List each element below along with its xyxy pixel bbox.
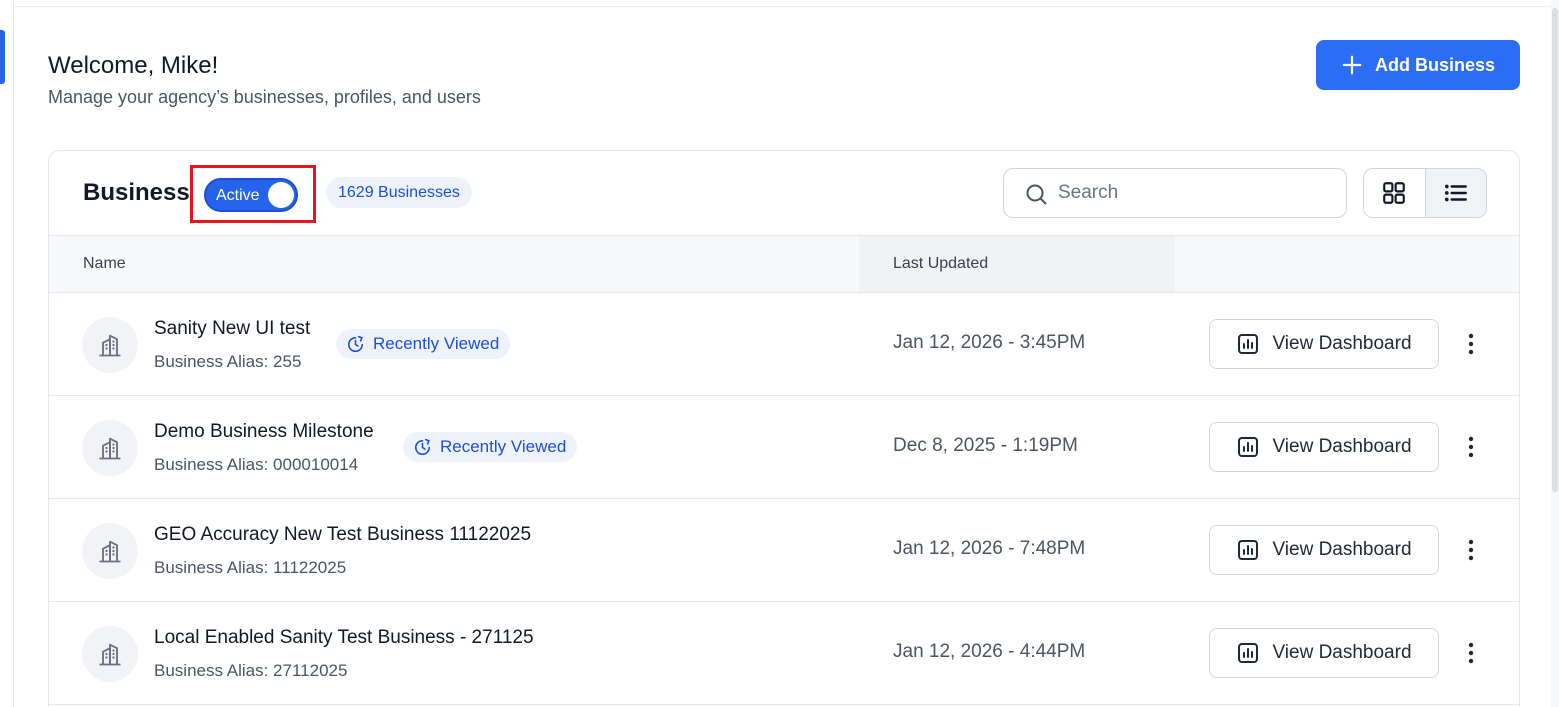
building-icon (99, 334, 121, 357)
business-name[interactable]: Demo Business Milestone (154, 421, 374, 443)
last-updated-date: Jan 12, 2026 - 3:45PM (893, 332, 1086, 353)
view-dashboard-label: View Dashboard (1272, 642, 1412, 663)
business-name[interactable]: GEO Accuracy New Test Business 11122025 (154, 524, 531, 546)
table-row[interactable]: GEO Accuracy New Test Business 11122025 … (49, 499, 1519, 602)
grid-view-icon (1383, 182, 1406, 204)
bar-chart-icon (1238, 437, 1259, 457)
business-avatar (82, 420, 138, 476)
table-row[interactable]: Sanity New UI test Business Alias: 255 R… (49, 293, 1519, 396)
more-vertical-icon (1468, 642, 1474, 664)
scrollbar-thumb[interactable] (1552, 8, 1558, 492)
search-input[interactable] (1058, 169, 1338, 217)
recently-viewed-badge: Recently Viewed (403, 432, 578, 462)
row-more-options-button[interactable] (1457, 535, 1485, 565)
more-vertical-icon (1468, 436, 1474, 458)
row-more-options-button[interactable] (1457, 329, 1485, 359)
building-icon (99, 643, 121, 666)
bar-chart-icon (1238, 540, 1259, 560)
business-avatar (82, 317, 138, 373)
bar-chart-icon (1238, 334, 1259, 354)
business-alias: Business Alias: 000010014 (154, 455, 359, 474)
column-header-name[interactable]: Name (83, 255, 126, 273)
recent-history-icon (347, 335, 364, 352)
recently-viewed-badge: Recently Viewed (336, 329, 511, 359)
more-vertical-icon (1468, 539, 1474, 561)
add-business-button[interactable]: Add Business (1316, 40, 1520, 90)
list-view-button[interactable] (1424, 169, 1486, 217)
building-icon (99, 540, 121, 563)
nav-active-marker[interactable] (0, 30, 5, 84)
add-business-label: Add Business (1374, 54, 1496, 75)
business-avatar (82, 626, 138, 682)
recently-viewed-label: Recently Viewed (440, 437, 567, 456)
building-icon (99, 437, 121, 460)
welcome-subtitle: Manage your agency’s businesses, profile… (48, 87, 481, 107)
view-dashboard-label: View Dashboard (1272, 333, 1412, 354)
column-header-last-updated[interactable]: Last Updated (893, 255, 988, 273)
last-updated-date: Jan 12, 2026 - 7:48PM (893, 538, 1086, 559)
view-dashboard-label: View Dashboard (1272, 539, 1412, 560)
toggle-knob (268, 182, 294, 208)
view-dashboard-button[interactable]: View Dashboard (1209, 422, 1439, 472)
page-scrollbar[interactable] (1551, 0, 1559, 707)
table-header: Name Last Updated (49, 235, 1519, 293)
last-updated-date: Jan 12, 2026 - 4:44PM (893, 641, 1086, 662)
view-mode-toggle (1363, 168, 1487, 218)
bar-chart-icon (1238, 643, 1259, 663)
list-view-icon (1444, 184, 1467, 202)
search-box[interactable] (1003, 168, 1347, 218)
last-updated-date: Dec 8, 2025 - 1:19PM (893, 435, 1078, 456)
welcome-title: Welcome, Mike! (48, 52, 219, 79)
business-name[interactable]: Sanity New UI test (154, 318, 310, 340)
business-alias: Business Alias: 255 (154, 352, 302, 371)
view-dashboard-button[interactable]: View Dashboard (1209, 525, 1439, 575)
row-more-options-button[interactable] (1457, 638, 1485, 668)
search-icon (1026, 184, 1047, 205)
business-name[interactable]: Local Enabled Sanity Test Business - 271… (154, 627, 534, 649)
active-toggle[interactable]: Active (204, 178, 298, 212)
business-count-badge: 1629 Businesses (326, 177, 472, 208)
page: Welcome, Mike! Manage your agency’s busi… (0, 0, 1559, 707)
left-rail (0, 0, 14, 707)
table-row[interactable]: Demo Business Milestone Business Alias: … (49, 396, 1519, 499)
business-card-title: Business (83, 179, 190, 206)
plus-icon (1342, 55, 1362, 75)
table-row[interactable]: Local Enabled Sanity Test Business - 271… (49, 602, 1519, 705)
business-card: Business Active 1629 Businesses Search N… (48, 150, 1520, 707)
business-alias: Business Alias: 11122025 (154, 558, 347, 577)
recent-history-icon (414, 438, 431, 455)
recently-viewed-label: Recently Viewed (373, 334, 500, 353)
top-divider (14, 6, 1559, 7)
active-toggle-label: Active (216, 187, 260, 204)
view-dashboard-button[interactable]: View Dashboard (1209, 319, 1439, 369)
row-more-options-button[interactable] (1457, 432, 1485, 462)
business-avatar (82, 523, 138, 579)
view-dashboard-label: View Dashboard (1272, 436, 1412, 457)
business-alias: Business Alias: 27112025 (154, 661, 348, 680)
more-vertical-icon (1468, 333, 1474, 355)
view-dashboard-button[interactable]: View Dashboard (1209, 628, 1439, 678)
grid-view-button[interactable] (1364, 169, 1425, 217)
